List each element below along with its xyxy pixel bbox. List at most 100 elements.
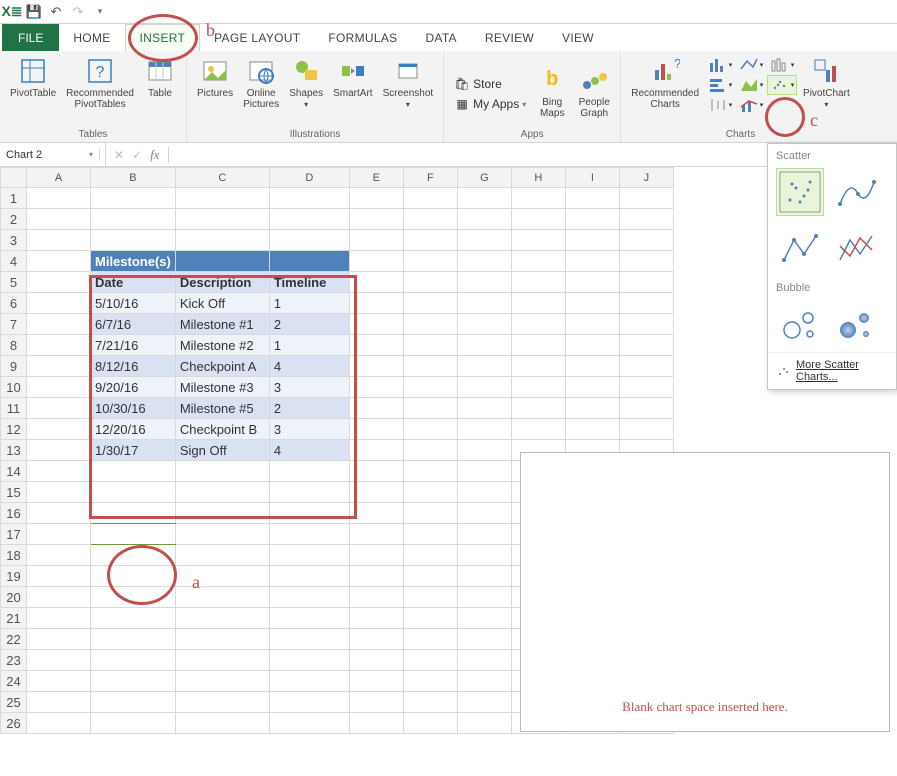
cell[interactable] bbox=[457, 356, 511, 377]
cell[interactable] bbox=[403, 398, 457, 419]
cell[interactable] bbox=[457, 293, 511, 314]
cell[interactable] bbox=[27, 314, 91, 335]
row-header[interactable]: 19 bbox=[1, 566, 27, 587]
cell[interactable] bbox=[269, 503, 349, 524]
cell[interactable] bbox=[349, 713, 403, 734]
cell[interactable] bbox=[619, 188, 673, 209]
row-header[interactable]: 16 bbox=[1, 503, 27, 524]
cell[interactable]: 7/21/16 bbox=[91, 335, 176, 356]
cell[interactable] bbox=[91, 671, 176, 692]
cell[interactable] bbox=[27, 230, 91, 251]
cell[interactable]: 4 bbox=[269, 440, 349, 461]
cell[interactable] bbox=[269, 524, 349, 545]
line-chart-menu[interactable]: ▾ bbox=[736, 55, 766, 75]
cell[interactable] bbox=[457, 188, 511, 209]
cell[interactable] bbox=[511, 209, 565, 230]
cell[interactable] bbox=[175, 545, 269, 566]
cell[interactable] bbox=[175, 629, 269, 650]
cell[interactable] bbox=[175, 524, 269, 545]
smartart-button[interactable]: SmartArt bbox=[329, 53, 376, 101]
people-graph-button[interactable]: People Graph bbox=[574, 62, 614, 121]
cell[interactable] bbox=[27, 692, 91, 713]
cell[interactable]: Milestone #5 bbox=[175, 398, 269, 419]
pivottable-button[interactable]: PivotTable bbox=[6, 53, 60, 101]
cell[interactable] bbox=[403, 566, 457, 587]
row-header[interactable]: 1 bbox=[1, 188, 27, 209]
column-chart-menu[interactable]: ▾ bbox=[705, 55, 735, 75]
cell[interactable]: Checkpoint A bbox=[175, 356, 269, 377]
cell[interactable] bbox=[349, 251, 403, 272]
row-header[interactable]: 26 bbox=[1, 713, 27, 734]
cell[interactable] bbox=[457, 314, 511, 335]
cell[interactable] bbox=[457, 671, 511, 692]
cell[interactable] bbox=[27, 482, 91, 503]
cell[interactable] bbox=[457, 482, 511, 503]
row-header[interactable]: 2 bbox=[1, 209, 27, 230]
cell[interactable] bbox=[349, 566, 403, 587]
cell[interactable] bbox=[457, 272, 511, 293]
cell[interactable] bbox=[457, 209, 511, 230]
fx-icon[interactable]: fx bbox=[150, 147, 159, 163]
screenshot-button[interactable]: Screenshot▾ bbox=[379, 53, 438, 112]
cell[interactable] bbox=[457, 398, 511, 419]
recommended-charts-button[interactable]: ? Recommended Charts bbox=[627, 53, 703, 112]
column-header[interactable]: H bbox=[511, 168, 565, 188]
cell[interactable] bbox=[619, 335, 673, 356]
column-header[interactable]: J bbox=[619, 168, 673, 188]
pivotchart-button[interactable]: PivotChart▾ bbox=[799, 53, 854, 112]
cell[interactable] bbox=[403, 671, 457, 692]
cell[interactable] bbox=[269, 650, 349, 671]
cell[interactable] bbox=[565, 188, 619, 209]
cell[interactable] bbox=[27, 566, 91, 587]
cell[interactable] bbox=[403, 356, 457, 377]
cell[interactable] bbox=[511, 272, 565, 293]
cell[interactable]: Checkpoint B bbox=[175, 419, 269, 440]
cell[interactable] bbox=[91, 230, 176, 251]
cell[interactable] bbox=[349, 398, 403, 419]
cell[interactable] bbox=[91, 503, 176, 524]
cell[interactable] bbox=[349, 188, 403, 209]
cell[interactable]: Kick Off bbox=[175, 293, 269, 314]
cell[interactable] bbox=[27, 419, 91, 440]
cell[interactable] bbox=[91, 545, 176, 566]
column-header[interactable]: B bbox=[91, 168, 176, 188]
recommended-pivottables-button[interactable]: ? Recommended PivotTables bbox=[62, 53, 138, 112]
cell[interactable] bbox=[269, 671, 349, 692]
cell[interactable] bbox=[91, 692, 176, 713]
row-header[interactable]: 22 bbox=[1, 629, 27, 650]
cell[interactable] bbox=[403, 650, 457, 671]
cell[interactable] bbox=[403, 503, 457, 524]
cell[interactable] bbox=[565, 419, 619, 440]
cell[interactable] bbox=[403, 209, 457, 230]
cell[interactable] bbox=[175, 482, 269, 503]
scatter-lines-markers-option[interactable] bbox=[776, 224, 824, 272]
cell[interactable] bbox=[27, 356, 91, 377]
cell[interactable] bbox=[457, 503, 511, 524]
cell[interactable]: 1 bbox=[269, 293, 349, 314]
cell[interactable] bbox=[175, 587, 269, 608]
cell[interactable] bbox=[175, 209, 269, 230]
cell[interactable] bbox=[269, 629, 349, 650]
cell[interactable] bbox=[349, 461, 403, 482]
cell[interactable] bbox=[403, 230, 457, 251]
cell[interactable] bbox=[619, 377, 673, 398]
cell[interactable] bbox=[403, 587, 457, 608]
name-box[interactable]: Chart 2 ▾ bbox=[0, 149, 100, 161]
cell[interactable]: 5/10/16 bbox=[91, 293, 176, 314]
save-icon[interactable]: 💾 bbox=[26, 4, 42, 20]
cell[interactable] bbox=[457, 461, 511, 482]
cell[interactable] bbox=[403, 461, 457, 482]
bar-chart-menu[interactable]: ▾ bbox=[705, 75, 735, 95]
row-header[interactable]: 25 bbox=[1, 692, 27, 713]
cell[interactable]: 1/30/17 bbox=[91, 440, 176, 461]
row-header[interactable]: 15 bbox=[1, 482, 27, 503]
cell[interactable]: 9/20/16 bbox=[91, 377, 176, 398]
file-tab[interactable]: FILE bbox=[2, 24, 59, 51]
cell[interactable] bbox=[403, 419, 457, 440]
bubble-option[interactable] bbox=[776, 300, 824, 348]
cell[interactable] bbox=[269, 251, 349, 272]
cell[interactable] bbox=[619, 251, 673, 272]
blank-chart-object[interactable]: Blank chart space inserted here. bbox=[520, 452, 890, 732]
qat-customize-icon[interactable]: ▾ bbox=[92, 4, 108, 20]
cell[interactable] bbox=[175, 692, 269, 713]
